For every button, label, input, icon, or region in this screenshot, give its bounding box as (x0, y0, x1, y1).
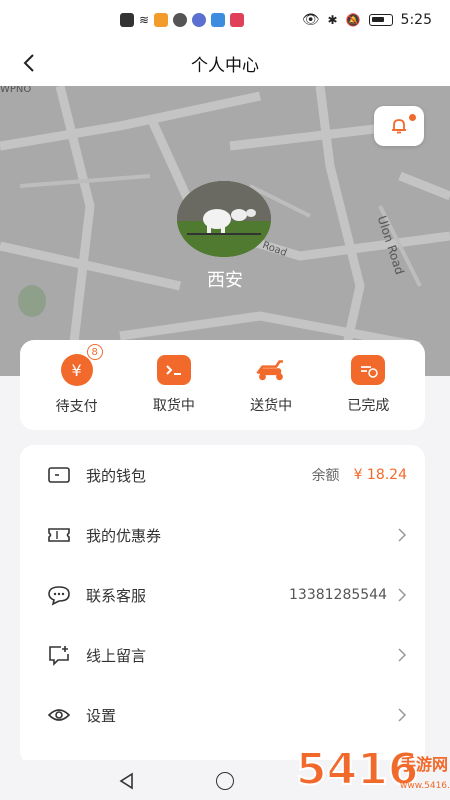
eye-icon: 👁 (301, 12, 320, 28)
alert-icon (120, 13, 134, 27)
menu-label: 设置 (86, 706, 117, 725)
wifi-icon: ≋ (139, 13, 150, 27)
menu-item-coupons[interactable]: 我的优惠券 (20, 505, 425, 565)
menu-label: 线上留言 (86, 646, 147, 665)
order-delivering[interactable]: 送货中 (231, 355, 311, 415)
menu-item-support[interactable]: 联系客服 13381285544 (20, 565, 425, 625)
photo-app-icon (230, 13, 245, 27)
mute-icon: 🔕 (345, 13, 361, 27)
coupon-icon (46, 522, 72, 548)
menu-label: 我的钱包 (86, 466, 147, 485)
chevron-right-icon (398, 588, 407, 602)
pickup-box-icon (156, 355, 191, 385)
status-bar: ≋ 👁 ✱ 🔕 5:25 (0, 0, 450, 40)
bell-icon (392, 119, 406, 134)
eye-settings-icon (46, 702, 72, 728)
back-button[interactable] (16, 50, 42, 76)
browser-app-icon (173, 13, 188, 27)
chat-bubble-icon (46, 582, 72, 608)
order-completed[interactable]: 已完成 (328, 355, 408, 415)
system-status: 👁 ✱ 🔕 5:25 (302, 12, 432, 28)
chevron-left-icon (23, 54, 34, 72)
menu-label: 联系客服 (86, 586, 147, 605)
menu-item-message[interactable]: 线上留言 (20, 625, 425, 685)
chevron-right-icon (398, 708, 407, 722)
play-app-icon (154, 13, 169, 27)
chevron-right-icon (398, 528, 407, 542)
order-picking-up[interactable]: 取货中 (134, 355, 214, 415)
battery-icon (368, 14, 393, 26)
menu-card: 我的钱包 余额 ¥ 18.24 我的优惠券 联系客服 13381285544 线… (20, 445, 425, 765)
menu-item-wallet[interactable]: 我的钱包 余额 ¥ 18.24 (20, 445, 425, 505)
map-corner-label: WPNO (0, 86, 32, 95)
completed-check-icon (351, 355, 386, 385)
svg-text:手游网: 手游网 (400, 755, 448, 774)
order-pending-payment[interactable]: ¥ 8 待支付 (37, 344, 117, 416)
order-label: 送货中 (250, 398, 293, 414)
order-label: 已完成 (347, 398, 390, 414)
yuan-clock-icon: ¥ (60, 354, 93, 386)
menu-label: 我的优惠券 (86, 526, 162, 545)
city-name: 西安 (207, 270, 243, 291)
notification-icons: ≋ (120, 13, 245, 27)
nav-bar: 个人中心 (0, 40, 450, 86)
system-back-icon[interactable] (118, 772, 136, 790)
music-app-icon (192, 13, 207, 27)
balance-amount: ¥ 18.24 (353, 467, 407, 483)
avatar-elephant-image (177, 181, 271, 257)
order-label: 待支付 (55, 399, 98, 415)
notification-button[interactable] (374, 106, 424, 146)
watermark-logo: 5416 手游网 www.5416.cn (292, 740, 450, 800)
order-status-card: ¥ 8 待支付 取货中 送货中 已完成 (20, 340, 425, 430)
clock: 5:25 (400, 12, 432, 28)
balance-label: 余额 (311, 468, 340, 484)
scooter-icon (254, 355, 288, 385)
pending-count-badge: 8 (86, 344, 103, 360)
notification-dot (409, 114, 416, 121)
message-plus-icon (46, 642, 72, 668)
order-label: 取货中 (152, 398, 195, 414)
support-phone: 13381285544 (289, 587, 387, 603)
system-home-icon[interactable] (216, 772, 234, 790)
page-title: 个人中心 (191, 55, 259, 76)
wallet-icon (46, 462, 72, 488)
svg-text:www.5416.cn: www.5416.cn (400, 781, 450, 791)
menu-item-settings[interactable]: 设置 (20, 685, 425, 745)
bluetooth-icon: ✱ (327, 13, 338, 27)
chevron-right-icon (398, 648, 407, 662)
search-app-icon (211, 13, 226, 27)
avatar[interactable] (177, 181, 271, 257)
